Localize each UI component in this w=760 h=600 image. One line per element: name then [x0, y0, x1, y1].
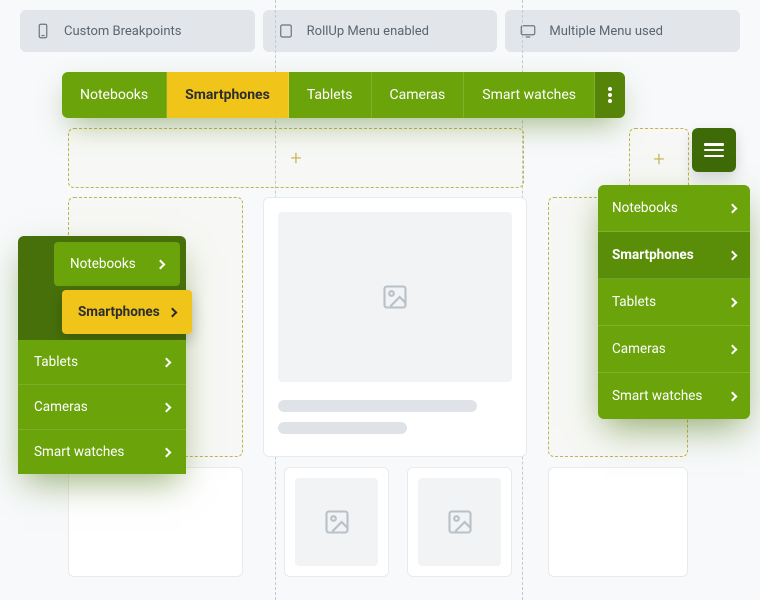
product-card-small — [407, 467, 512, 577]
product-card-small — [68, 467, 243, 577]
text-placeholder-line — [278, 422, 407, 434]
dropdown-menu-right: Notebooks Smartphones Tablets Cameras Sm… — [598, 185, 750, 419]
menu-item-notebooks[interactable]: Notebooks — [598, 185, 750, 232]
rollup-menu-left: Notebooks Smartphones Tablets Cameras Sm… — [18, 236, 186, 474]
menu-item-cameras[interactable]: Cameras — [18, 385, 186, 430]
image-icon — [381, 283, 409, 311]
tab-smartphones[interactable]: Smartphones — [167, 72, 289, 118]
menu-item-notebooks[interactable]: Notebooks — [54, 242, 180, 286]
menu-item-smartwatches[interactable]: Smart watches — [18, 430, 186, 474]
menu-item-label: Tablets — [612, 294, 656, 310]
chevron-right-icon — [162, 402, 172, 412]
device-tablet-icon — [277, 22, 295, 40]
menu-item-cameras[interactable]: Cameras — [598, 326, 750, 373]
menu-item-smartphones[interactable]: Smartphones — [62, 290, 192, 334]
tab-cameras[interactable]: Cameras — [372, 72, 465, 118]
image-icon — [323, 508, 351, 536]
menu-item-label: Smart watches — [612, 388, 702, 404]
more-vertical-icon — [608, 87, 612, 103]
image-placeholder — [278, 212, 512, 382]
menu-item-label: Notebooks — [70, 256, 136, 272]
feature-chip-rollup: RollUp Menu enabled — [263, 10, 498, 52]
chevron-right-icon — [728, 391, 738, 401]
tab-smartwatches[interactable]: Smart watches — [464, 72, 595, 118]
menu-item-label: Tablets — [34, 354, 78, 370]
dropzone-top-right[interactable]: + — [629, 128, 689, 190]
menu-item-smartphones[interactable]: Smartphones — [598, 232, 750, 279]
image-icon — [446, 508, 474, 536]
horizontal-tab-menu: Notebooks Smartphones Tablets Cameras Sm… — [62, 72, 625, 118]
feature-chip-label: Custom Breakpoints — [64, 24, 181, 39]
hamburger-button[interactable] — [692, 128, 736, 172]
tab-tablets[interactable]: Tablets — [289, 72, 372, 118]
hamburger-icon — [704, 143, 724, 157]
device-phone-icon — [34, 22, 52, 40]
text-placeholder-line — [278, 400, 477, 412]
menu-item-tablets[interactable]: Tablets — [18, 340, 186, 385]
plus-icon: + — [290, 146, 301, 170]
tab-more-button[interactable] — [595, 72, 625, 118]
chevron-right-icon — [728, 203, 738, 213]
chevron-right-icon — [728, 297, 738, 307]
feature-chip-multiple: Multiple Menu used — [505, 10, 740, 52]
feature-chip-label: RollUp Menu enabled — [307, 24, 429, 39]
chevron-right-icon — [162, 357, 172, 367]
menu-item-label: Smart watches — [34, 444, 124, 460]
menu-item-tablets[interactable]: Tablets — [598, 279, 750, 326]
menu-item-label: Smartphones — [78, 304, 160, 320]
chevron-right-icon — [162, 447, 172, 457]
menu-item-smartwatches[interactable]: Smart watches — [598, 373, 750, 419]
dropzone-top-wide[interactable]: + — [68, 128, 524, 188]
chevron-right-icon — [728, 344, 738, 354]
product-card-large — [263, 197, 527, 457]
product-card-small — [284, 467, 389, 577]
feature-chip-label: Multiple Menu used — [549, 24, 663, 39]
chevron-right-icon — [156, 259, 166, 269]
feature-chip-breakpoints: Custom Breakpoints — [20, 10, 255, 52]
tab-notebooks[interactable]: Notebooks — [62, 72, 167, 118]
menu-item-label: Cameras — [34, 399, 88, 415]
menu-item-label: Cameras — [612, 341, 666, 357]
chevron-right-icon — [168, 307, 178, 317]
plus-icon: + — [653, 147, 664, 171]
top-feature-bar: Custom Breakpoints RollUp Menu enabled M… — [0, 0, 760, 52]
chevron-right-icon — [728, 250, 738, 260]
menu-item-label: Smartphones — [612, 247, 694, 263]
menu-item-label: Notebooks — [612, 200, 678, 216]
product-card-small — [548, 467, 688, 577]
